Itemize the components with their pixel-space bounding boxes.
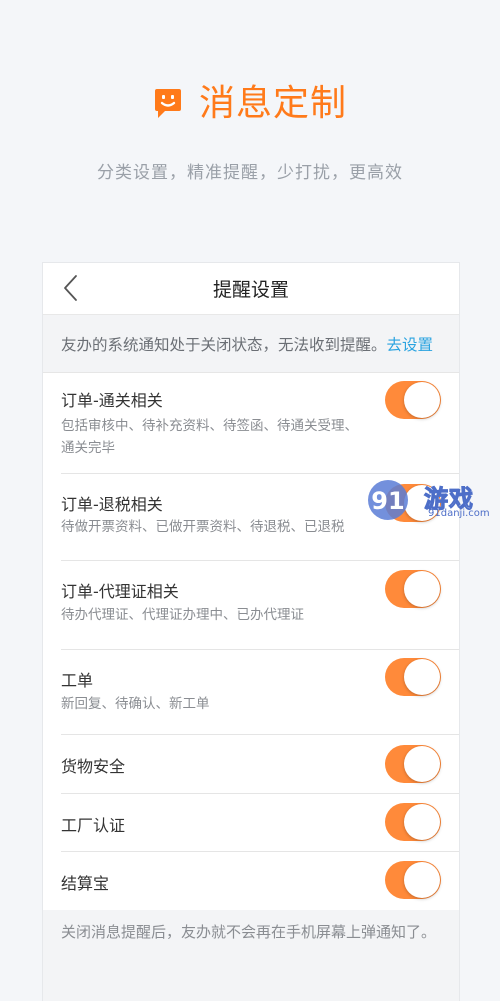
toggle-switch[interactable]	[385, 745, 441, 783]
toggle-knob	[404, 659, 440, 695]
watermark-logo-icon: 91	[368, 480, 408, 520]
go-to-settings-link[interactable]: 去设置	[387, 333, 434, 355]
promo-title: 消息定制	[198, 83, 347, 124]
toggle-knob	[404, 746, 440, 782]
setting-desc-line: 包括审核中、待补充资料、待签函、待通关受理、	[61, 418, 358, 434]
promo-subtitle: 分类设置，精准提醒，少打扰，更高效	[97, 163, 403, 183]
site-watermark: 91 游戏 91danji.com	[366, 475, 498, 525]
setting-title: 订单-通关相关	[61, 391, 163, 410]
setting-desc: 待做开票资料、已做开票资料、待退税、已退税	[61, 516, 371, 538]
toggle-switch[interactable]	[385, 381, 441, 419]
toggle-knob	[404, 804, 440, 840]
setting-desc-line: 通关完毕	[61, 440, 115, 456]
setting-title: 订单-退税相关	[61, 495, 163, 514]
setting-desc-line: 新回复、待确认、新工单	[61, 696, 210, 712]
setting-title: 工单	[61, 671, 94, 690]
setting-row-factory-certification: 工厂认证	[61, 794, 459, 852]
toggle-switch[interactable]	[385, 803, 441, 841]
setting-row-cargo-security: 货物安全	[61, 735, 459, 794]
toggle-knob	[404, 571, 440, 607]
page-title: 提醒设置	[212, 279, 289, 301]
toggle-switch[interactable]	[385, 658, 441, 696]
watermark-url: 91danji.com	[428, 508, 490, 519]
setting-title: 订单-代理证相关	[61, 582, 179, 601]
notification-disabled-banner: 友办的系统通知处于关闭状态，无法收到提醒。 去设置	[43, 315, 459, 373]
setting-row-agency-certificate-orders: 订单-代理证相关 待办代理证、代理证办理中、已办代理证	[61, 561, 459, 650]
setting-desc: 待办代理证、代理证办理中、已办代理证	[61, 604, 371, 626]
chat-bubble-smile-icon	[154, 89, 181, 118]
setting-desc: 新回复、待确认、新工单	[61, 693, 371, 715]
setting-desc: 包括审核中、待补充资料、待签函、待通关受理、 通关完毕	[61, 415, 371, 459]
toggle-switch[interactable]	[385, 570, 441, 608]
toggle-switch[interactable]	[385, 861, 441, 899]
svg-text:91: 91	[371, 487, 404, 515]
setting-row-settlement-treasure: 结算宝	[61, 852, 459, 910]
promo-header: 消息定制 分类设置，精准提醒，少打扰，更高效	[0, 0, 500, 260]
notice-text: 友办的系统通知处于关闭状态，无法收到提醒。	[61, 335, 387, 354]
setting-title: 结算宝	[61, 874, 110, 893]
toggle-knob	[404, 382, 440, 418]
footer-note: 关闭消息提醒后，友办就不会再在手机屏幕上弹通知了。	[61, 923, 437, 941]
setting-title: 货物安全	[61, 757, 126, 776]
setting-row-customs-orders: 订单-通关相关 包括审核中、待补充资料、待签函、待通关受理、 通关完毕	[61, 373, 459, 474]
reminder-settings-screen: 提醒设置 友办的系统通知处于关闭状态，无法收到提醒。 去设置 订单-通关相关 包括…	[42, 262, 460, 1001]
setting-title: 工厂认证	[61, 816, 126, 835]
nav-bar: 提醒设置	[43, 263, 459, 315]
promo-title-row: 消息定制	[0, 82, 500, 126]
setting-row-work-orders: 工单 新回复、待确认、新工单	[61, 650, 459, 735]
setting-desc-line: 待办代理证、代理证办理中、已办代理证	[61, 607, 304, 623]
toggle-knob	[404, 862, 440, 898]
setting-desc-line: 待做开票资料、已做开票资料、待退税、已退税	[61, 519, 345, 535]
